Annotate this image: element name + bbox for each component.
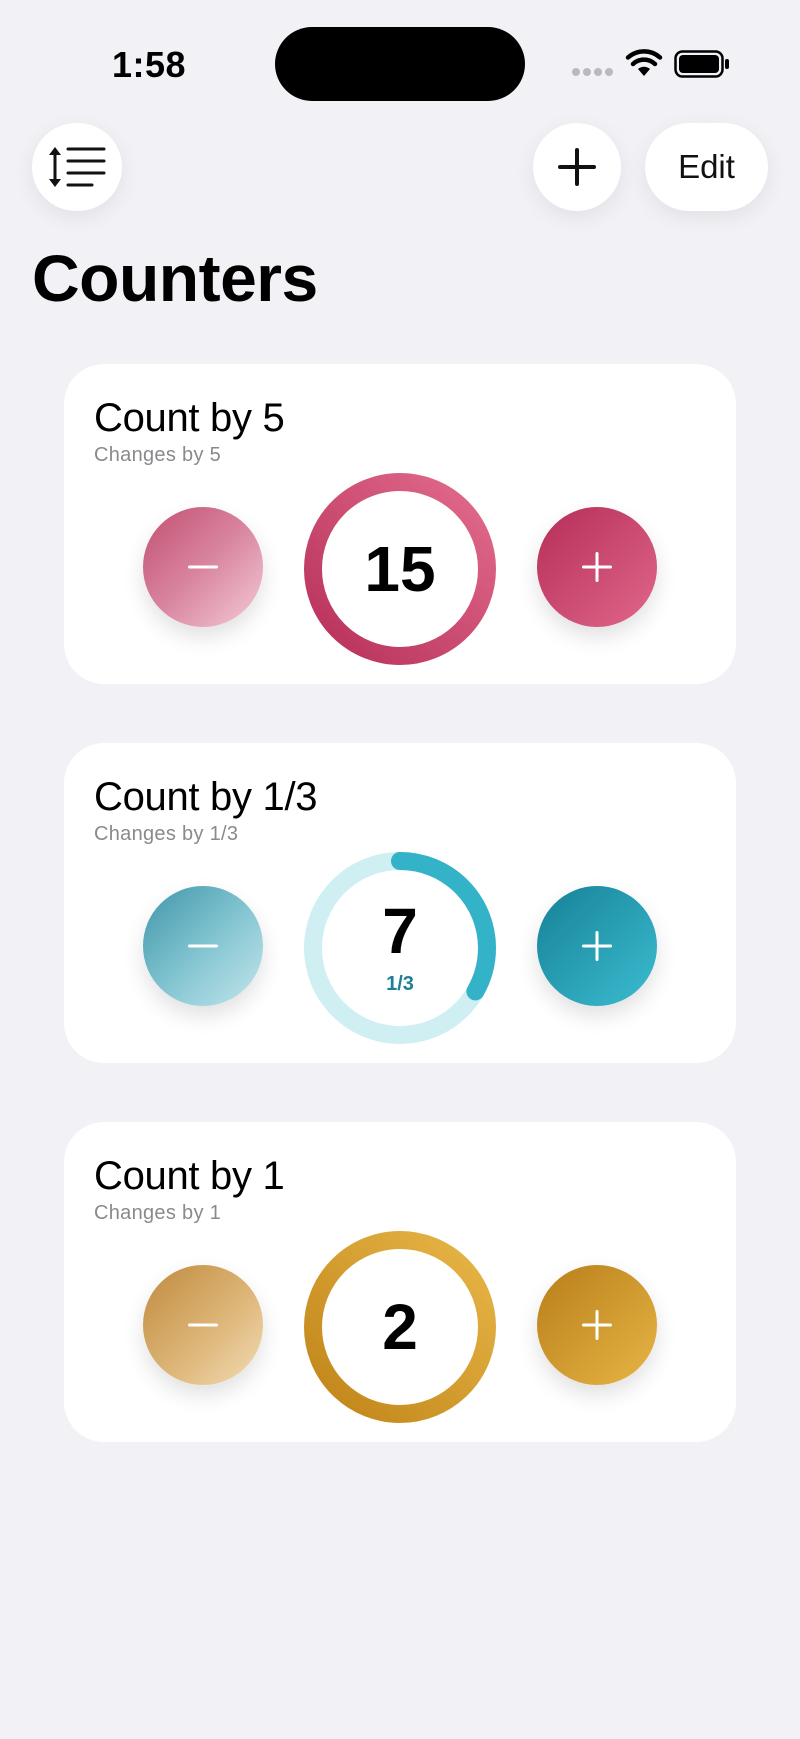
status-bar: 1:58 xyxy=(0,0,800,110)
counter-subtitle: Changes by 5 xyxy=(94,444,222,466)
plus-icon xyxy=(582,1310,612,1340)
sort-button[interactable] xyxy=(32,123,122,211)
count-fraction: 1/3 xyxy=(386,973,414,995)
decrement-button[interactable] xyxy=(143,507,263,627)
plus-icon xyxy=(582,552,612,582)
wifi-icon xyxy=(625,49,663,76)
plus-icon xyxy=(558,148,596,186)
plus-icon xyxy=(582,931,612,961)
counter-card: Count by 5 Changes by 5 15 xyxy=(64,364,736,684)
count-ring: 7 1/3 xyxy=(303,851,497,1045)
count-value: 2 xyxy=(382,1291,418,1363)
increment-button[interactable] xyxy=(537,1265,657,1385)
counter-card: Count by 1 Changes by 1 2 xyxy=(64,1122,736,1442)
counter-subtitle: Changes by 1 xyxy=(94,1202,222,1224)
count-ring: 15 xyxy=(303,472,497,666)
edit-button[interactable]: Edit xyxy=(645,123,768,211)
increment-button[interactable] xyxy=(537,886,657,1006)
counter-title: Count by 1/3 xyxy=(94,775,318,819)
counter-card: Count by 1/3 Changes by 1/3 7 1/3 xyxy=(64,743,736,1063)
counter-subtitle: Changes by 1/3 xyxy=(94,823,239,845)
battery-icon xyxy=(674,50,729,78)
status-time: 1:58 xyxy=(112,44,187,85)
cellular-signal-icon xyxy=(572,68,616,78)
count-value: 15 xyxy=(364,533,436,605)
decrement-button[interactable] xyxy=(143,886,263,1006)
page-title: Counters xyxy=(32,241,318,315)
increment-button[interactable] xyxy=(537,507,657,627)
add-counter-button[interactable] xyxy=(533,123,621,211)
counter-title: Count by 5 xyxy=(94,396,285,440)
sort-icon xyxy=(49,147,106,187)
count-ring: 2 xyxy=(303,1230,497,1424)
minus-icon xyxy=(188,565,218,569)
decrement-button[interactable] xyxy=(143,1265,263,1385)
counter-title: Count by 1 xyxy=(94,1154,285,1198)
minus-icon xyxy=(188,1323,218,1327)
minus-icon xyxy=(188,944,218,948)
dynamic-island xyxy=(275,27,525,101)
